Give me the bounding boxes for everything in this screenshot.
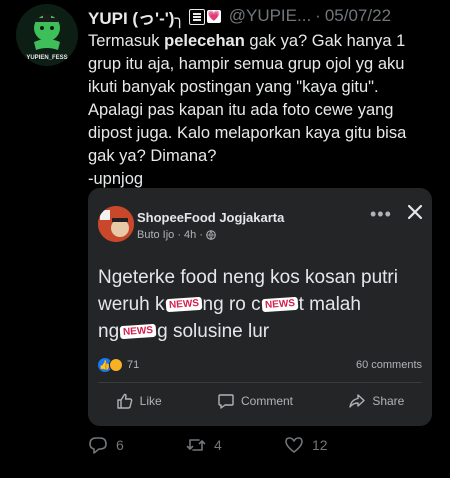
like-button[interactable]: 12: [284, 435, 382, 455]
like-label: Like: [139, 394, 162, 408]
thumbs-up-icon: [116, 393, 132, 409]
close-icon: [407, 204, 423, 220]
fb-share-action: Share: [348, 392, 404, 410]
attached-image[interactable]: ShopeeFood Jogjakarta Buto Ijo · 4h · ••…: [88, 188, 432, 426]
tweet-line: Termasuk pelecehan gak ya? Gak hanya 1: [88, 32, 406, 50]
tweet-line: ikuti banyak postingan yang "kaya gitu".: [88, 78, 379, 96]
post-line: weruh k NEWS ng ro c NEWS t malah: [98, 294, 361, 315]
profile-avatar[interactable]: YUPIEN_FESS: [16, 4, 78, 66]
reply-button[interactable]: 6: [88, 435, 186, 455]
comment-label: Comment: [240, 394, 293, 408]
tweet-header: YUPI (っ'-')╮ 💗 @YUPIE... · 05/07/22: [88, 4, 444, 28]
fb-group-avatar: [98, 206, 134, 242]
tweet-text: Termasuk pelecehan gak ya? Gak hanya 1 g…: [88, 30, 438, 191]
reactions-summary: 👍 71: [98, 358, 139, 372]
more-options-icon: •••: [370, 204, 392, 224]
meta-separator: ·: [199, 229, 203, 241]
comments-count: 60 comments: [355, 359, 422, 371]
reply-count: 6: [116, 437, 124, 453]
tweet-line: gak ya? Dimana?: [88, 147, 217, 165]
fb-group-name: ShopeeFood Jogjakarta: [137, 210, 285, 225]
emoji-box-icon: [188, 9, 205, 25]
breaking-news-sticker: NEWS: [165, 297, 202, 313]
fb-comment-action: Comment: [217, 392, 293, 410]
breaking-news-sticker: NEWS: [261, 297, 299, 313]
reply-icon: [89, 437, 107, 454]
dot-separator: ·: [315, 6, 321, 25]
retweet-icon: [186, 439, 206, 451]
heart-icon: [285, 437, 303, 453]
heart-badge-icon: 💗: [206, 9, 221, 23]
retweet-button[interactable]: 4: [186, 435, 284, 455]
globe-icon: [206, 230, 216, 240]
fb-post-text: Ngeterke food neng kos kosan putri weruh…: [98, 264, 428, 345]
tweet-line: grup itu aja, hampir semua grup ojol yg …: [88, 55, 405, 73]
post-line: Ngeterke food neng kos kosan putri: [98, 267, 398, 288]
divider: [98, 382, 422, 383]
post-line: ng NEWS g solusine lur: [98, 321, 270, 342]
fb-author: Buto Ijo: [137, 229, 175, 241]
fb-time: 4h: [183, 229, 197, 241]
share-label: Share: [372, 394, 405, 408]
like-count: 12: [312, 437, 328, 453]
meta-separator: ·: [177, 229, 181, 241]
tweet-line: Apalagi pas kapan itu ada foto cewe yang: [88, 101, 394, 119]
user-handle[interactable]: @YUPIE...: [229, 6, 311, 26]
svg-text:YUPIEN_FESS: YUPIEN_FESS: [26, 55, 67, 61]
fb-like-action: Like: [116, 392, 162, 410]
reaction-count: 71: [127, 359, 140, 371]
tweet-line: dipost juga. Kalo melaporkan kaya gitu b…: [88, 124, 407, 142]
fb-action-bar: Like Comment Share: [88, 392, 432, 410]
fb-post-meta: Buto Ijo · 4h ·: [137, 229, 216, 241]
share-arrow-icon: [349, 394, 366, 408]
tweet-date[interactable]: 05/07/22: [325, 6, 391, 26]
display-name[interactable]: YUPI (っ'-')╮: [88, 4, 185, 29]
comment-icon: [218, 394, 234, 409]
tweet-actions: 6 4 12: [88, 433, 388, 457]
yupien-fess-logo: YUPIEN_FESS: [16, 4, 78, 66]
bold-word: pelecehan: [164, 32, 245, 50]
group-avatar-icon: [98, 206, 134, 242]
breaking-news-sticker: NEWS: [119, 324, 157, 340]
haha-reaction-icon: [109, 358, 123, 372]
retweet-count: 4: [214, 437, 222, 453]
